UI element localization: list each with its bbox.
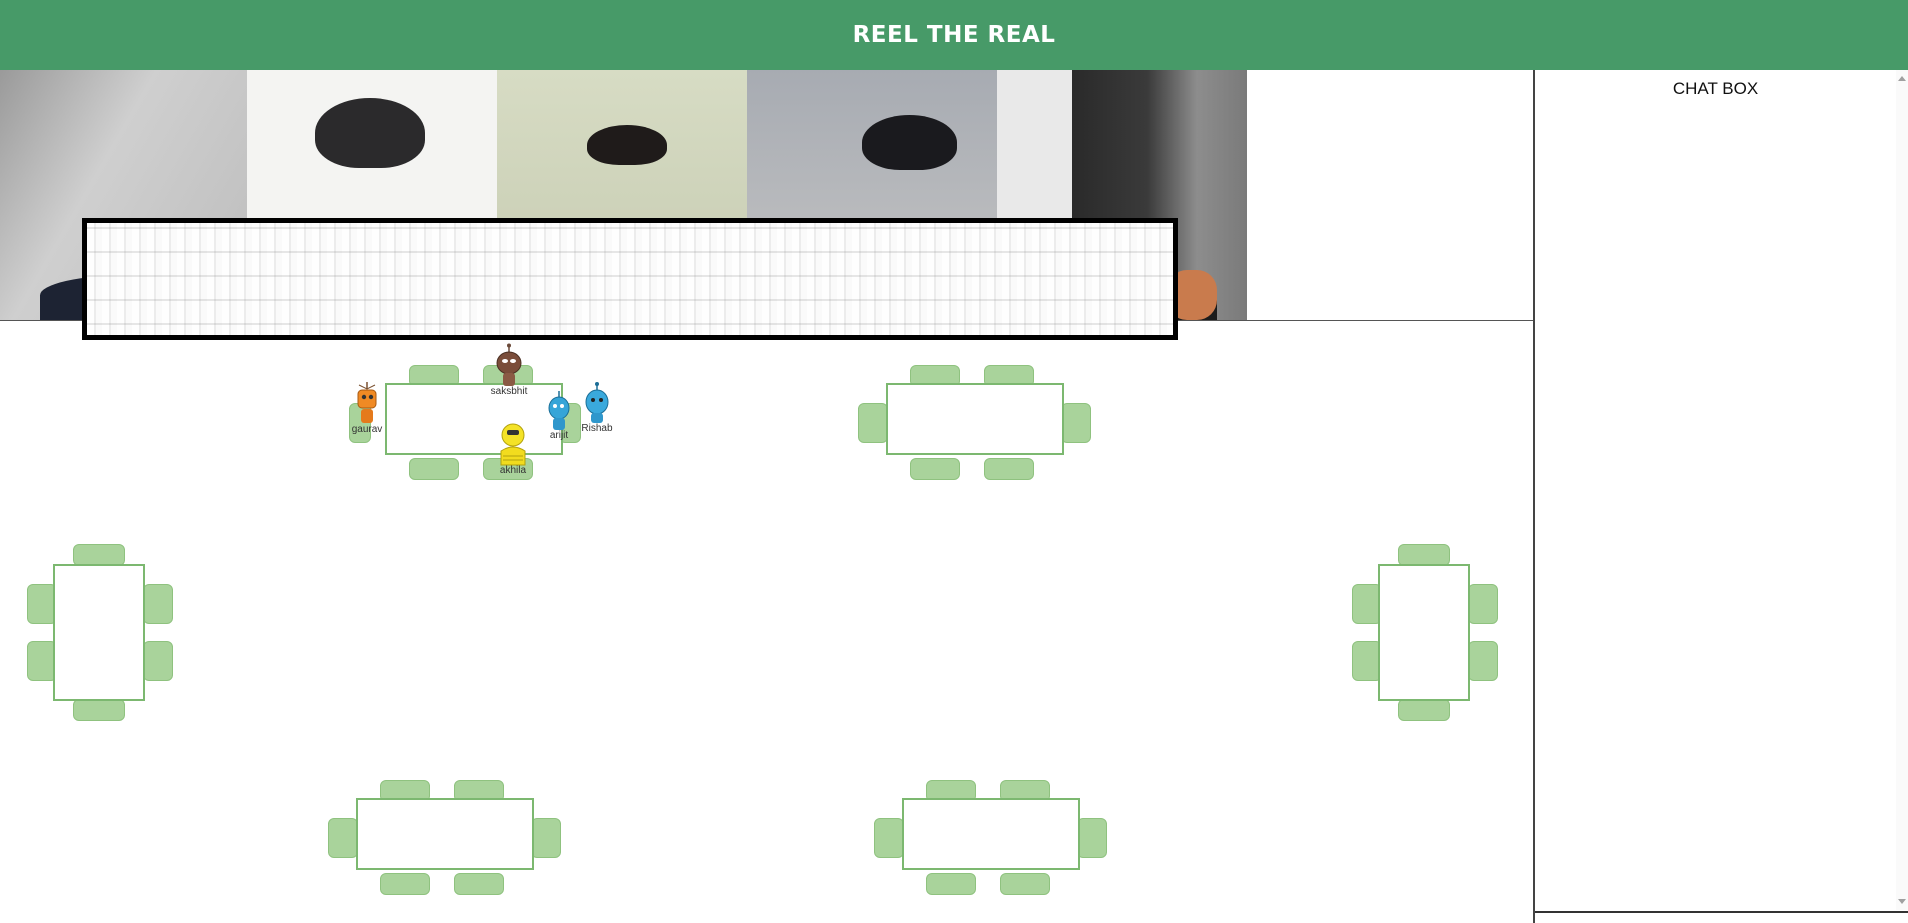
chair[interactable] — [73, 544, 125, 566]
chair[interactable] — [1468, 641, 1498, 681]
avatar-saksbhit[interactable]: saksbhit — [486, 343, 532, 397]
chair[interactable] — [143, 641, 173, 681]
app-header: REEL THE REAL — [0, 0, 1908, 70]
robot-avatar-icon — [500, 423, 526, 466]
avatar-name: saksbhit — [490, 386, 528, 397]
robot-avatar-icon — [548, 391, 570, 430]
robot-avatar-icon — [585, 382, 609, 423]
chair[interactable] — [1398, 699, 1450, 721]
avatar-name: gaurav — [351, 424, 383, 435]
table-5[interactable] — [328, 780, 563, 895]
chair[interactable] — [531, 818, 561, 858]
table-top — [53, 564, 145, 701]
table-3[interactable] — [27, 544, 173, 721]
chair[interactable] — [143, 584, 173, 624]
chair[interactable] — [328, 818, 358, 858]
robot-avatar-icon — [357, 382, 377, 423]
app-title: REEL THE REAL — [852, 22, 1056, 48]
chair[interactable] — [1061, 403, 1091, 443]
scroll-down-arrow-icon[interactable] — [1898, 899, 1906, 904]
chair[interactable] — [984, 458, 1034, 480]
chat-title: CHAT BOX — [1672, 79, 1759, 98]
table-top — [356, 798, 534, 870]
chat-panel: CHAT BOX — [1533, 70, 1908, 923]
table-6[interactable] — [874, 780, 1109, 895]
avatar-rishab[interactable]: Rishab — [574, 382, 620, 434]
avatar-name: arijit — [549, 430, 569, 441]
chair[interactable] — [1000, 873, 1050, 895]
chair[interactable] — [73, 699, 125, 721]
chair[interactable] — [874, 818, 904, 858]
avatar-name: Rishab — [581, 423, 613, 434]
table-top — [886, 383, 1064, 455]
scroll-up-arrow-icon[interactable] — [1898, 76, 1906, 81]
chair[interactable] — [926, 873, 976, 895]
robot-avatar-icon — [496, 343, 522, 386]
avatar-akhila[interactable]: akhila — [490, 421, 536, 476]
chair[interactable] — [1398, 544, 1450, 566]
table-2[interactable] — [858, 365, 1093, 480]
chair[interactable] — [910, 458, 960, 480]
chair[interactable] — [1077, 818, 1107, 858]
table-top — [902, 798, 1080, 870]
chair[interactable] — [409, 458, 459, 480]
table-top — [1378, 564, 1470, 701]
chair[interactable] — [1468, 584, 1498, 624]
chair[interactable] — [454, 873, 504, 895]
video-strip — [0, 70, 1533, 340]
chat-input-divider — [1535, 911, 1908, 913]
chair[interactable] — [380, 873, 430, 895]
avatar-gaurav[interactable]: gaurav — [344, 381, 390, 435]
table-4[interactable] — [1352, 544, 1498, 721]
room-floor: saksbhit gaurav arijit Rishab akhila — [0, 321, 1533, 923]
chair[interactable] — [858, 403, 888, 443]
avatar-name: akhila — [499, 465, 527, 476]
chat-scrollbar[interactable] — [1896, 70, 1908, 910]
